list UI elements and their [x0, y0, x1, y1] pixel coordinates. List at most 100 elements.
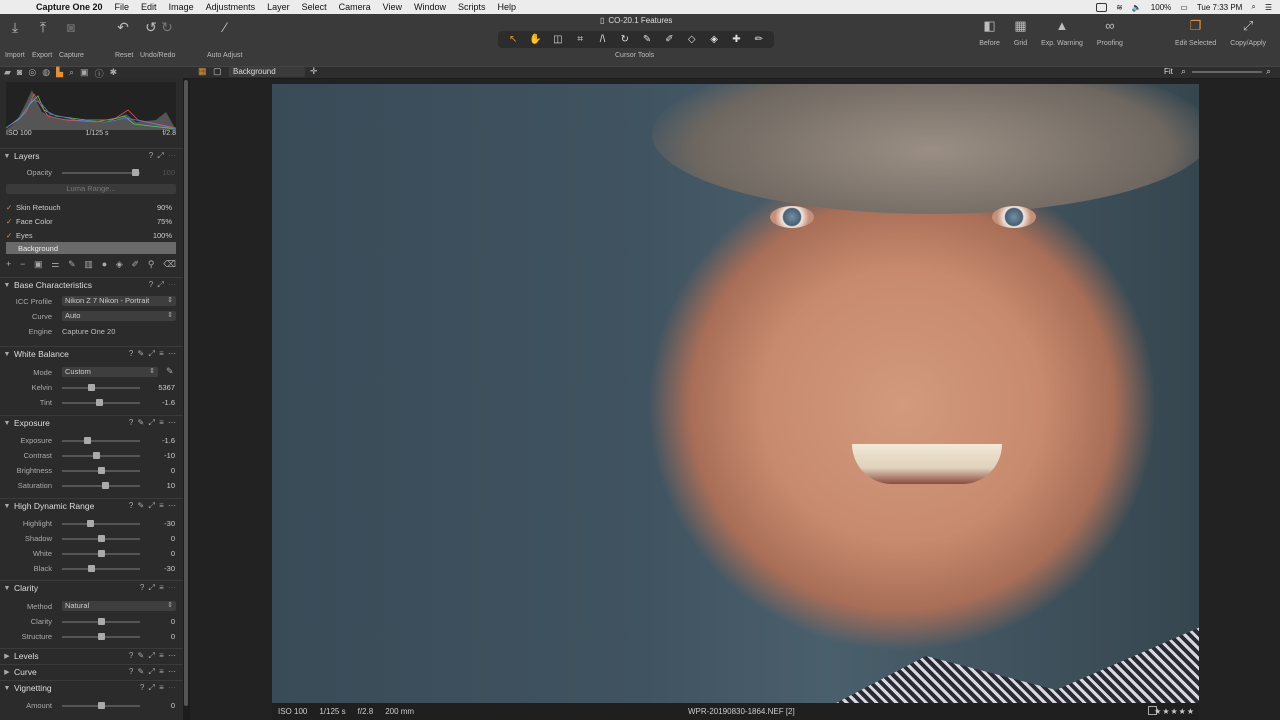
portrait-photo[interactable]: [272, 84, 1199, 703]
levels-header[interactable]: ▶ Levels ? ✎ ⤢ ≡ ⋯: [0, 648, 183, 663]
white-balance-header[interactable]: ▼ White Balance ? ✎ ⤢ ≡ ⋯: [0, 346, 183, 361]
clarity-slider-knob[interactable]: [98, 618, 105, 625]
highlight-slider[interactable]: [62, 520, 140, 527]
volume-icon[interactable]: 🔈: [1132, 3, 1142, 12]
wifi-icon[interactable]: ≋: [1116, 3, 1123, 12]
wb-picker-icon[interactable]: ✎: [166, 366, 174, 377]
menu-adjustments[interactable]: Adjustments: [200, 2, 262, 12]
menu-scripts[interactable]: Scripts: [452, 2, 492, 12]
add-layer-button-icon[interactable]: +: [6, 259, 11, 270]
black-slider-knob[interactable]: [88, 565, 95, 572]
opacity-value[interactable]: 100: [153, 168, 175, 177]
saturation-slider-knob[interactable]: [102, 482, 109, 489]
brightness-slider[interactable]: [62, 467, 140, 474]
brightness-value[interactable]: 0: [153, 466, 175, 475]
copy-apply-button[interactable]: ⤢ Copy/Apply: [1230, 18, 1266, 47]
layer-options-icon[interactable]: ⚌: [51, 259, 59, 270]
eraser-icon[interactable]: ◇: [681, 34, 703, 45]
layer-selector[interactable]: Background: [229, 67, 305, 77]
panel-tools-icon[interactable]: ? ✎ ⤢ ≡ ⋯: [129, 418, 177, 428]
brush-icon[interactable]: ✐: [658, 34, 680, 45]
loupe-icon[interactable]: ◫: [547, 34, 569, 45]
panel-tools-icon[interactable]: ? ✎ ⤢ ≡ ⋯: [129, 501, 177, 511]
import-button[interactable]: ⤓: [6, 18, 24, 50]
black-value[interactable]: -30: [153, 564, 175, 573]
method-select[interactable]: Natural: [62, 601, 176, 611]
menu-window[interactable]: Window: [408, 2, 452, 12]
menu-edit[interactable]: Edit: [135, 2, 163, 12]
layers-panel-header[interactable]: ▼ Layers ? ⤢ ⋯: [0, 148, 183, 163]
shadow-slider-knob[interactable]: [98, 535, 105, 542]
panel-tools-icon[interactable]: ? ✎ ⤢ ≡ ⋯: [129, 651, 177, 661]
kelvin-slider[interactable]: [62, 384, 140, 391]
amount-value[interactable]: 0: [153, 701, 175, 710]
amount-slider[interactable]: [62, 702, 140, 709]
redo-button[interactable]: ↻: [158, 18, 176, 50]
panel-tools-icon[interactable]: ? ⤢ ≡ ⋯: [140, 583, 177, 593]
base-characteristics-header[interactable]: ▼ Base Characteristics ? ⤢ ⋯: [0, 277, 183, 292]
shadow-value[interactable]: 0: [153, 534, 175, 543]
brightness-slider-knob[interactable]: [98, 467, 105, 474]
tools-scrollbar[interactable]: [184, 80, 188, 706]
reset-button[interactable]: ↶: [114, 18, 132, 50]
picker-icon[interactable]: ✎: [636, 34, 658, 45]
heal-mask-icon[interactable]: ✐: [132, 259, 140, 270]
clock[interactable]: Tue 7:33 PM: [1197, 3, 1243, 12]
menu-layer[interactable]: Layer: [261, 2, 296, 12]
structure-slider-knob[interactable]: [98, 633, 105, 640]
curve-select[interactable]: Auto: [62, 311, 176, 321]
kelvin-value[interactable]: 5367: [153, 383, 175, 392]
auto-adjust-button[interactable]: ⁄: [216, 18, 234, 50]
tint-slider-knob[interactable]: [96, 399, 103, 406]
icc-profile-select[interactable]: Nikon Z 7 Nikon - Portrait: [62, 296, 176, 306]
zoom-slider[interactable]: [1192, 71, 1262, 73]
heal-icon[interactable]: ✚: [725, 34, 747, 45]
saturation-value[interactable]: 10: [153, 481, 175, 490]
exposure-slider-knob[interactable]: [84, 437, 91, 444]
radial-gradient-icon[interactable]: ●: [102, 259, 107, 270]
checkmark-icon[interactable]: ✓: [6, 203, 16, 212]
white-slider-knob[interactable]: [98, 550, 105, 557]
add-layer-icon[interactable]: ✛: [310, 66, 318, 77]
amount-slider-knob[interactable]: [98, 702, 105, 709]
export-button[interactable]: ⤒: [34, 18, 52, 50]
keystone-icon[interactable]: /\: [591, 34, 613, 45]
rotate-icon[interactable]: ↻: [614, 34, 636, 45]
exp-warning-button[interactable]: ▲ Exp. Warning: [1041, 18, 1083, 47]
menu-app-name[interactable]: Capture One 20: [30, 2, 109, 12]
linear-gradient-icon[interactable]: ▥: [84, 259, 93, 270]
saturation-slider[interactable]: [62, 482, 140, 489]
crop-icon[interactable]: ⌗: [569, 34, 591, 45]
zoom-fit-label[interactable]: Fit: [1164, 67, 1173, 76]
layer-row[interactable]: ✓ Face Color 75%: [6, 215, 176, 227]
panel-tools-icon[interactable]: ? ⤢ ⋯: [149, 151, 177, 161]
grid-button[interactable]: ▦ Grid: [1014, 18, 1027, 47]
background-layer-row[interactable]: Background: [6, 242, 176, 254]
black-slider[interactable]: [62, 565, 140, 572]
proofing-button[interactable]: ∞ Proofing: [1097, 18, 1123, 47]
spotlight-icon[interactable]: ⌕: [1251, 2, 1255, 12]
capture-button[interactable]: ◙: [62, 18, 80, 50]
kelvin-slider-knob[interactable]: [88, 384, 95, 391]
structure-slider[interactable]: [62, 633, 140, 640]
opacity-slider[interactable]: [62, 169, 140, 176]
menu-file[interactable]: File: [109, 2, 136, 12]
checkmark-icon[interactable]: ✓: [6, 217, 16, 226]
erase-mask-icon[interactable]: ⌫: [163, 259, 176, 270]
annotate-icon[interactable]: ✏: [748, 34, 770, 45]
select-cursor-icon[interactable]: ↖: [502, 34, 524, 45]
panel-tools-icon[interactable]: ? ⤢ ⋯: [149, 280, 177, 290]
menu-select[interactable]: Select: [296, 2, 333, 12]
contrast-slider-knob[interactable]: [93, 452, 100, 459]
hdr-header[interactable]: ▼ High Dynamic Range ? ✎ ⤢ ≡ ⋯: [0, 498, 183, 513]
edit-selected-button[interactable]: ❐ Edit Selected: [1175, 18, 1216, 47]
vignetting-header[interactable]: ▼ Vignetting ? ⤢ ≡ ⋯: [0, 680, 183, 695]
opacity-slider-knob[interactable]: [132, 169, 139, 176]
pan-hand-icon[interactable]: ✋: [524, 34, 546, 45]
menu-view[interactable]: View: [377, 2, 408, 12]
shadow-slider[interactable]: [62, 535, 140, 542]
brush-mask-icon[interactable]: ✎: [68, 259, 76, 270]
layer-row[interactable]: ✓ Skin Retouch 90%: [6, 201, 176, 213]
contrast-value[interactable]: -10: [153, 451, 175, 460]
menu-help[interactable]: Help: [492, 2, 523, 12]
